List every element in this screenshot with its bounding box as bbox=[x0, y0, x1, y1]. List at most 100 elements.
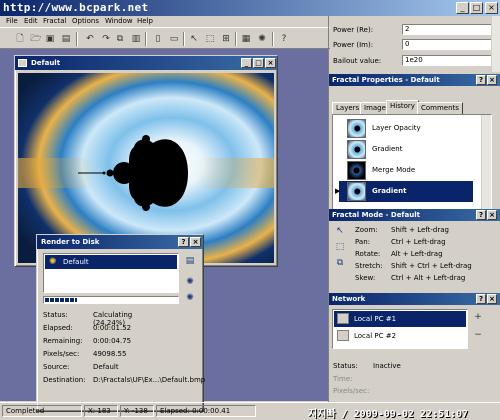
render-row: Destination: D:\Fractals\UF\Ex...\Default… bbox=[43, 376, 205, 384]
fractal-mode-title: Fractal Mode - Default ? × bbox=[329, 209, 500, 221]
mode-label: Zoom: bbox=[355, 226, 378, 234]
crop-mode-icon[interactable]: ⬚ bbox=[333, 240, 347, 254]
panel-help-button[interactable]: ? bbox=[476, 75, 486, 85]
menu-options[interactable]: Options bbox=[72, 17, 99, 25]
bailout-field[interactable]: 1e20 bbox=[402, 55, 494, 66]
network-status-value: Inactive bbox=[373, 362, 401, 370]
paste-icon[interactable]: ▥ bbox=[130, 33, 142, 45]
history-item-label: Layer Opacity bbox=[372, 124, 421, 132]
help-icon[interactable]: ? bbox=[278, 33, 290, 45]
window-minimize-button[interactable]: _ bbox=[241, 58, 252, 68]
window-close-button[interactable]: × bbox=[265, 58, 276, 68]
network-remove-icon[interactable]: − bbox=[471, 328, 485, 342]
switch-mode-icon[interactable]: ⧉ bbox=[333, 256, 347, 270]
tab-history[interactable]: History bbox=[386, 100, 419, 115]
panel-close-button[interactable]: × bbox=[487, 294, 497, 304]
render-properties-icon[interactable]: ▤ bbox=[183, 254, 197, 268]
render-row: Pixels/sec: 49098.55 bbox=[43, 350, 126, 358]
status-y: Y: -138 bbox=[120, 405, 154, 417]
copy-icon[interactable]: ⧉ bbox=[114, 33, 126, 45]
mode-label: Pan: bbox=[355, 238, 370, 246]
render-queue-item[interactable]: ✺ Default bbox=[45, 255, 177, 269]
toolbar-separator bbox=[235, 32, 237, 46]
fractal-window-title: Default bbox=[31, 59, 61, 67]
mode-label: Rotate: bbox=[355, 250, 381, 258]
layer-thumbnail-icon bbox=[347, 140, 366, 159]
render-icon[interactable]: ▦ bbox=[240, 33, 252, 45]
select-mode-icon[interactable]: ↖ bbox=[333, 224, 347, 238]
render-queue-item-label: Default bbox=[63, 258, 89, 266]
render-row: Elapsed: 0:00:01.52 bbox=[43, 324, 131, 332]
status-elapsed: Elapsed: 0:00:00.41 bbox=[156, 405, 256, 417]
render-remove-icon[interactable]: ✺ bbox=[183, 291, 197, 305]
mode-value: Alt + Left-drag bbox=[391, 250, 443, 258]
select-icon[interactable]: ↖ bbox=[188, 33, 200, 45]
toolbar: 🗋 🗁 ▣ ▤ ↶ ↷ ⧉ ▥ ▯ ▭ ↖ ⬚ ⊞ ▦ ✺ ? bbox=[0, 27, 330, 49]
render-progress-bar bbox=[43, 296, 179, 304]
history-list[interactable]: Layer Opacity Gradient Merge Mode ▶ Gradi… bbox=[332, 114, 492, 214]
right-dock-panel: Power (Re): 2 Power (Im): 0 Bailout valu… bbox=[328, 16, 500, 402]
network-status-label: Status: bbox=[333, 362, 358, 370]
panel-close-button[interactable]: × bbox=[487, 210, 497, 220]
mode-label: Skew: bbox=[355, 274, 376, 282]
minimize-button[interactable]: _ bbox=[456, 2, 469, 14]
toolbar-separator bbox=[76, 32, 78, 46]
mode-value: Shift + Ctrl + Left-drag bbox=[391, 262, 472, 270]
view-fit-icon[interactable]: ▭ bbox=[168, 33, 180, 45]
network-item-selected[interactable]: Local PC #1 bbox=[334, 311, 466, 327]
redo-icon[interactable]: ↷ bbox=[100, 33, 112, 45]
history-scrollbar[interactable] bbox=[481, 115, 491, 213]
render-add-icon[interactable]: ✺ bbox=[183, 275, 197, 289]
panel-help-button[interactable]: ? bbox=[476, 294, 486, 304]
power-im-label: Power (Im): bbox=[333, 41, 374, 49]
network-item[interactable]: Local PC #2 bbox=[334, 328, 466, 344]
panel-close-button[interactable]: × bbox=[487, 75, 497, 85]
panel-help-button[interactable]: ? bbox=[476, 210, 486, 220]
render-close-button[interactable]: × bbox=[190, 237, 201, 247]
render-help-button[interactable]: ? bbox=[178, 237, 189, 247]
maximize-button[interactable]: □ bbox=[470, 2, 483, 14]
view-icon[interactable]: ▯ bbox=[152, 33, 164, 45]
history-item-selected[interactable]: ▶ Gradient bbox=[335, 181, 473, 202]
computer-icon bbox=[337, 330, 349, 341]
render-dialog-title-bar[interactable]: Render to Disk ? × bbox=[37, 235, 203, 249]
params-scrollbar[interactable] bbox=[491, 16, 500, 72]
network-list[interactable]: Local PC #1 Local PC #2 bbox=[332, 309, 468, 349]
power-im-field[interactable]: 0 bbox=[402, 39, 494, 50]
open-icon[interactable]: 🗁 bbox=[30, 33, 42, 45]
undo-icon[interactable]: ↶ bbox=[84, 33, 96, 45]
render-progress-fill bbox=[45, 298, 77, 302]
render-queue-list[interactable]: ✺ Default bbox=[43, 253, 179, 293]
toolbar-separator bbox=[272, 32, 274, 46]
render-label: Source: bbox=[43, 363, 70, 371]
fractal-window-title-bar[interactable]: Default _ □ × bbox=[15, 56, 277, 70]
network-add-icon[interactable]: + bbox=[471, 310, 485, 324]
menu-window[interactable]: Window bbox=[105, 17, 133, 25]
render-value: D:\Fractals\UF\Ex...\Default.bmp bbox=[93, 376, 206, 384]
gradient-icon[interactable]: ✺ bbox=[256, 33, 268, 45]
menu-edit[interactable]: Edit bbox=[24, 17, 38, 25]
toolbar-separator bbox=[183, 32, 185, 46]
render-item-icon: ✺ bbox=[49, 257, 57, 267]
save-as-icon[interactable]: ▤ bbox=[60, 33, 72, 45]
history-item[interactable]: Gradient bbox=[339, 139, 473, 160]
power-re-field[interactable]: 2 bbox=[402, 24, 494, 35]
new-icon[interactable]: 🗋 bbox=[14, 33, 26, 45]
menu-file[interactable]: File bbox=[6, 17, 18, 25]
window-maximize-button[interactable]: □ bbox=[253, 58, 264, 68]
fractal-mode-title-text: Fractal Mode - Default bbox=[332, 211, 420, 219]
menu-help[interactable]: Help bbox=[137, 17, 153, 25]
history-item[interactable]: Layer Opacity bbox=[339, 118, 473, 139]
save-icon[interactable]: ▣ bbox=[44, 33, 56, 45]
render-label: Pixels/sec: bbox=[43, 350, 80, 358]
render-label: Remaining: bbox=[43, 337, 83, 345]
zoom-icon[interactable]: ⊞ bbox=[220, 33, 232, 45]
menu-fractal[interactable]: Fractal bbox=[43, 17, 67, 25]
mode-value: Ctrl + Left-drag bbox=[391, 238, 446, 246]
crop-icon[interactable]: ⬚ bbox=[204, 33, 216, 45]
close-button[interactable]: × bbox=[485, 2, 498, 14]
network-item-label: Local PC #2 bbox=[354, 332, 397, 340]
history-item[interactable]: Merge Mode bbox=[339, 160, 473, 181]
mode-value: Ctrl + Alt + Left-drag bbox=[391, 274, 466, 282]
render-value: 0:00:01.52 bbox=[93, 324, 132, 332]
